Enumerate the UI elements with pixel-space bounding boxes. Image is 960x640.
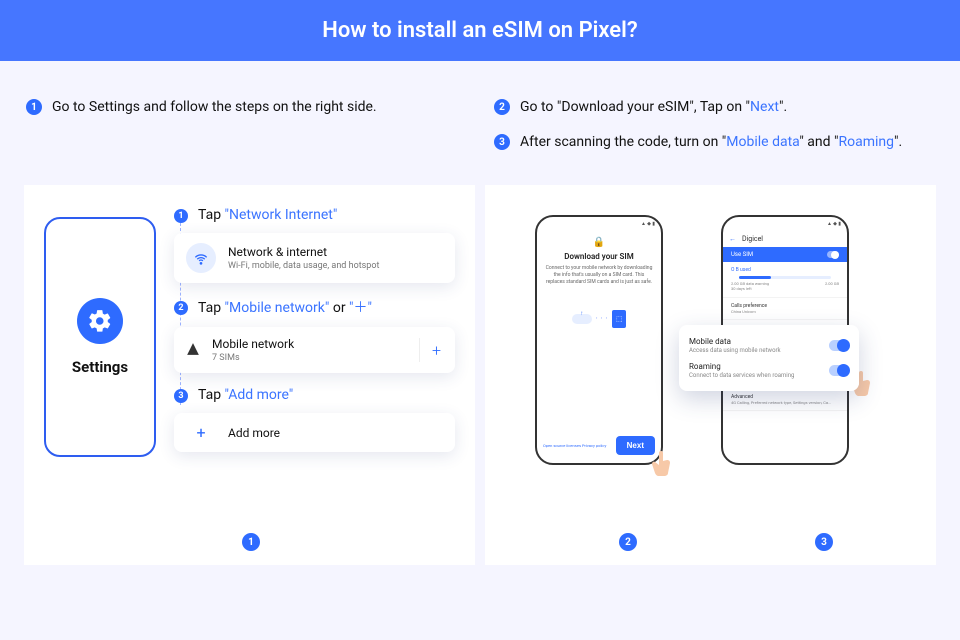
mobile-network-card[interactable]: Mobile network 7 SIMs + <box>174 327 455 373</box>
panel-3-badge: 3 <box>815 533 833 551</box>
gear-icon <box>77 298 123 344</box>
step-badge-3-icon: 3 <box>174 389 188 403</box>
plus-icon[interactable]: + <box>419 338 443 362</box>
progress-bar <box>739 276 831 279</box>
step-2-head: 2 Tap "Mobile network" or "＋" <box>174 297 455 317</box>
advanced-row[interactable]: Advanced 4G Calling, Preferred network t… <box>723 389 847 411</box>
mobile-data-switch[interactable] <box>829 340 849 351</box>
panel-1-badge: 1 <box>242 533 260 551</box>
roaming-label: Roaming <box>689 362 794 371</box>
step-3-head: 3 Tap "Add more" <box>174 387 455 403</box>
step-badge-2-icon: 2 <box>174 301 188 315</box>
panel-right: ▲ ◆ ▮ 🔒 Download your SIM Connect to you… <box>485 185 936 565</box>
toggles-callout: Mobile data Access data using mobile net… <box>679 325 859 391</box>
step-3-hl: "Add more" <box>225 387 294 403</box>
settings-label: Settings <box>72 358 128 376</box>
download-illustration: • • • ⬚ <box>545 310 653 328</box>
panel-left: Settings 1 Tap "Network Internet" Networ… <box>24 185 475 565</box>
wifi-icon <box>186 243 216 273</box>
instruction-1: 1 Go to Settings and follow the steps on… <box>26 97 466 118</box>
badge-3-icon: 3 <box>494 134 510 150</box>
phone-download-sim: ▲ ◆ ▮ 🔒 Download your SIM Connect to you… <box>535 215 663 465</box>
step-2-hl1: "Mobile network" <box>225 300 330 316</box>
instruction-2-text: Go to "Download your eSIM", Tap on "Next… <box>520 97 787 118</box>
statusbar-icon: ▲ ◆ ▮ <box>537 217 661 231</box>
mobile-data-label: Mobile data <box>689 337 781 346</box>
add-more-card[interactable]: + Add more <box>174 413 455 452</box>
step-1-hl: "Network Internet" <box>225 207 338 223</box>
settings-phone-mock: Settings <box>44 217 156 457</box>
sim-chip-icon: ⬚ <box>612 310 626 328</box>
network-card-sub: Wi-Fi, mobile, data usage, and hotspot <box>228 261 379 271</box>
mobile-data-link: Mobile data <box>726 134 799 150</box>
download-sim-desc: Connect to your mobile network by downlo… <box>545 265 653 286</box>
mobile-data-sub: Access data using mobile network <box>689 347 781 354</box>
carrier-name: Digicel <box>742 235 763 243</box>
network-card-title: Network & internet <box>228 245 379 259</box>
badge-1-icon: 1 <box>26 99 42 115</box>
next-link: Next <box>750 99 779 115</box>
instruction-3: 3 After scanning the code, turn on "Mobi… <box>494 132 934 153</box>
instruction-1-text: Go to Settings and follow the steps on t… <box>52 97 377 118</box>
policy-links[interactable]: Open source licenses Privacy policy <box>543 443 606 448</box>
instruction-3-text: After scanning the code, turn on "Mobile… <box>520 132 902 153</box>
lock-icon: 🔒 <box>545 237 653 248</box>
roaming-switch[interactable] <box>829 365 849 376</box>
signal-icon <box>186 341 200 360</box>
use-sim-toggle-row[interactable]: Use SIM <box>723 247 847 262</box>
badge-2-icon: 2 <box>494 99 510 115</box>
panel-2-badge: 2 <box>619 533 637 551</box>
back-arrow-icon[interactable]: ← <box>729 235 736 243</box>
instruction-2: 2 Go to "Download your eSIM", Tap on "Ne… <box>494 97 934 118</box>
add-plus-icon: + <box>186 423 216 442</box>
cloud-icon <box>572 314 592 324</box>
calls-pref-row[interactable]: Calls preference China Unicom <box>723 298 847 320</box>
roaming-toggle-row[interactable]: Roaming Connect to data services when ro… <box>689 358 849 383</box>
add-more-title: Add more <box>228 426 280 440</box>
statusbar-icon: ▲ ◆ ▮ <box>723 217 847 231</box>
dots-icon: • • • <box>596 316 609 322</box>
roaming-link: Roaming <box>838 134 894 150</box>
page-title: How to install an eSIM on Pixel? <box>0 0 960 61</box>
roaming-sub: Connect to data services when roaming <box>689 372 794 379</box>
mobile-card-title: Mobile network <box>212 337 294 351</box>
use-sim-label: Use SIM <box>731 251 753 258</box>
next-button[interactable]: Next <box>616 436 655 455</box>
data-usage-row: O B used 2.00 GB data warning 2.00 GB 30… <box>723 262 847 298</box>
mobile-data-toggle-row[interactable]: Mobile data Access data using mobile net… <box>689 333 849 358</box>
step-1-head: 1 Tap "Network Internet" <box>174 207 455 223</box>
toggle-on-icon[interactable] <box>827 251 839 258</box>
network-internet-card[interactable]: Network & internet Wi-Fi, mobile, data u… <box>174 233 455 283</box>
instructions-row: 1 Go to Settings and follow the steps on… <box>0 61 960 175</box>
step-badge-1-icon: 1 <box>174 209 188 223</box>
step-2-hl2: "＋" <box>349 300 372 316</box>
mobile-card-sub: 7 SIMs <box>212 353 294 363</box>
download-sim-title: Download your SIM <box>545 252 653 261</box>
